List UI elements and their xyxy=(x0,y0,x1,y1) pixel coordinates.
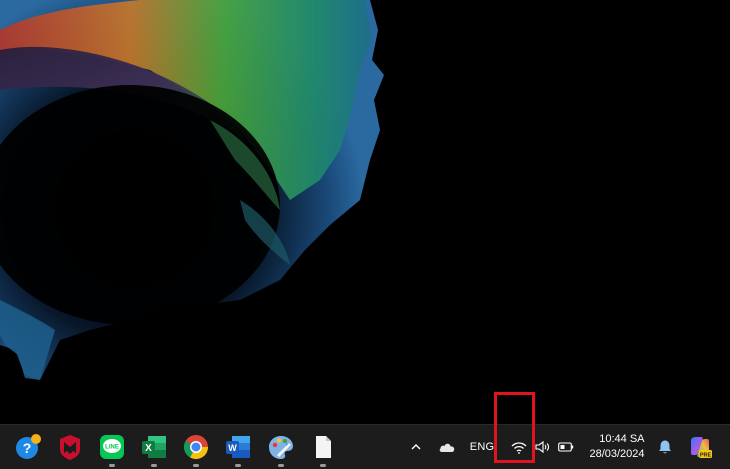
excel-app-button[interactable]: X xyxy=(138,431,170,467)
bell-icon xyxy=(659,440,671,454)
running-indicator xyxy=(109,464,115,467)
copilot-button[interactable]: PRE xyxy=(686,433,714,461)
running-indicator xyxy=(320,464,326,467)
line-chat-icon: LINE xyxy=(100,435,124,459)
notepad-app-button[interactable] xyxy=(307,431,339,467)
word-icon: W xyxy=(226,436,250,458)
svg-text:LINE: LINE xyxy=(105,445,119,451)
mcafee-app-button[interactable] xyxy=(54,431,86,467)
chrome-app-button[interactable] xyxy=(180,431,212,467)
cloud-icon xyxy=(439,443,455,452)
word-app-button[interactable]: W xyxy=(222,431,254,467)
running-indicator xyxy=(151,464,157,467)
file-icon xyxy=(316,436,331,458)
taskbar: ? LINE X W ENG 10:44 SA 28/03/2024 PRE xyxy=(0,424,730,469)
language-indicator[interactable]: ENG xyxy=(468,437,496,457)
help-question-icon: ? xyxy=(16,434,41,459)
wifi-button[interactable] xyxy=(509,437,529,457)
running-indicator xyxy=(235,464,241,467)
time-label: 10:44 SA xyxy=(599,433,645,445)
line-app-button[interactable]: LINE xyxy=(96,431,128,467)
language-label: ENG xyxy=(469,441,495,453)
svg-text:W: W xyxy=(228,443,237,453)
paint-palette-icon xyxy=(269,436,293,459)
desktop-wallpaper xyxy=(0,0,384,380)
excel-icon: X xyxy=(142,436,166,458)
svg-text:?: ? xyxy=(23,440,32,456)
clock-button[interactable]: 10:44 SA 28/03/2024 xyxy=(582,430,652,464)
notifications-button[interactable] xyxy=(656,437,674,457)
running-indicator xyxy=(193,464,199,467)
chrome-icon xyxy=(183,435,208,460)
wifi-icon xyxy=(511,441,527,454)
battery-icon xyxy=(558,442,574,452)
onedrive-button[interactable] xyxy=(436,437,458,457)
running-indicator xyxy=(278,464,284,467)
copilot-icon: PRE xyxy=(691,437,712,458)
svg-text:X: X xyxy=(145,443,152,454)
date-label: 28/03/2024 xyxy=(589,448,645,460)
paint-app-button[interactable] xyxy=(265,431,297,467)
show-hidden-icons-button[interactable] xyxy=(406,437,426,457)
svg-text:PRE: PRE xyxy=(700,452,712,458)
chevron-up-icon xyxy=(411,444,421,450)
battery-button[interactable] xyxy=(556,437,576,457)
volume-button[interactable] xyxy=(532,437,552,457)
speaker-icon xyxy=(535,440,550,454)
mcafee-shield-icon xyxy=(60,435,80,460)
help-app-button[interactable]: ? xyxy=(12,431,44,467)
